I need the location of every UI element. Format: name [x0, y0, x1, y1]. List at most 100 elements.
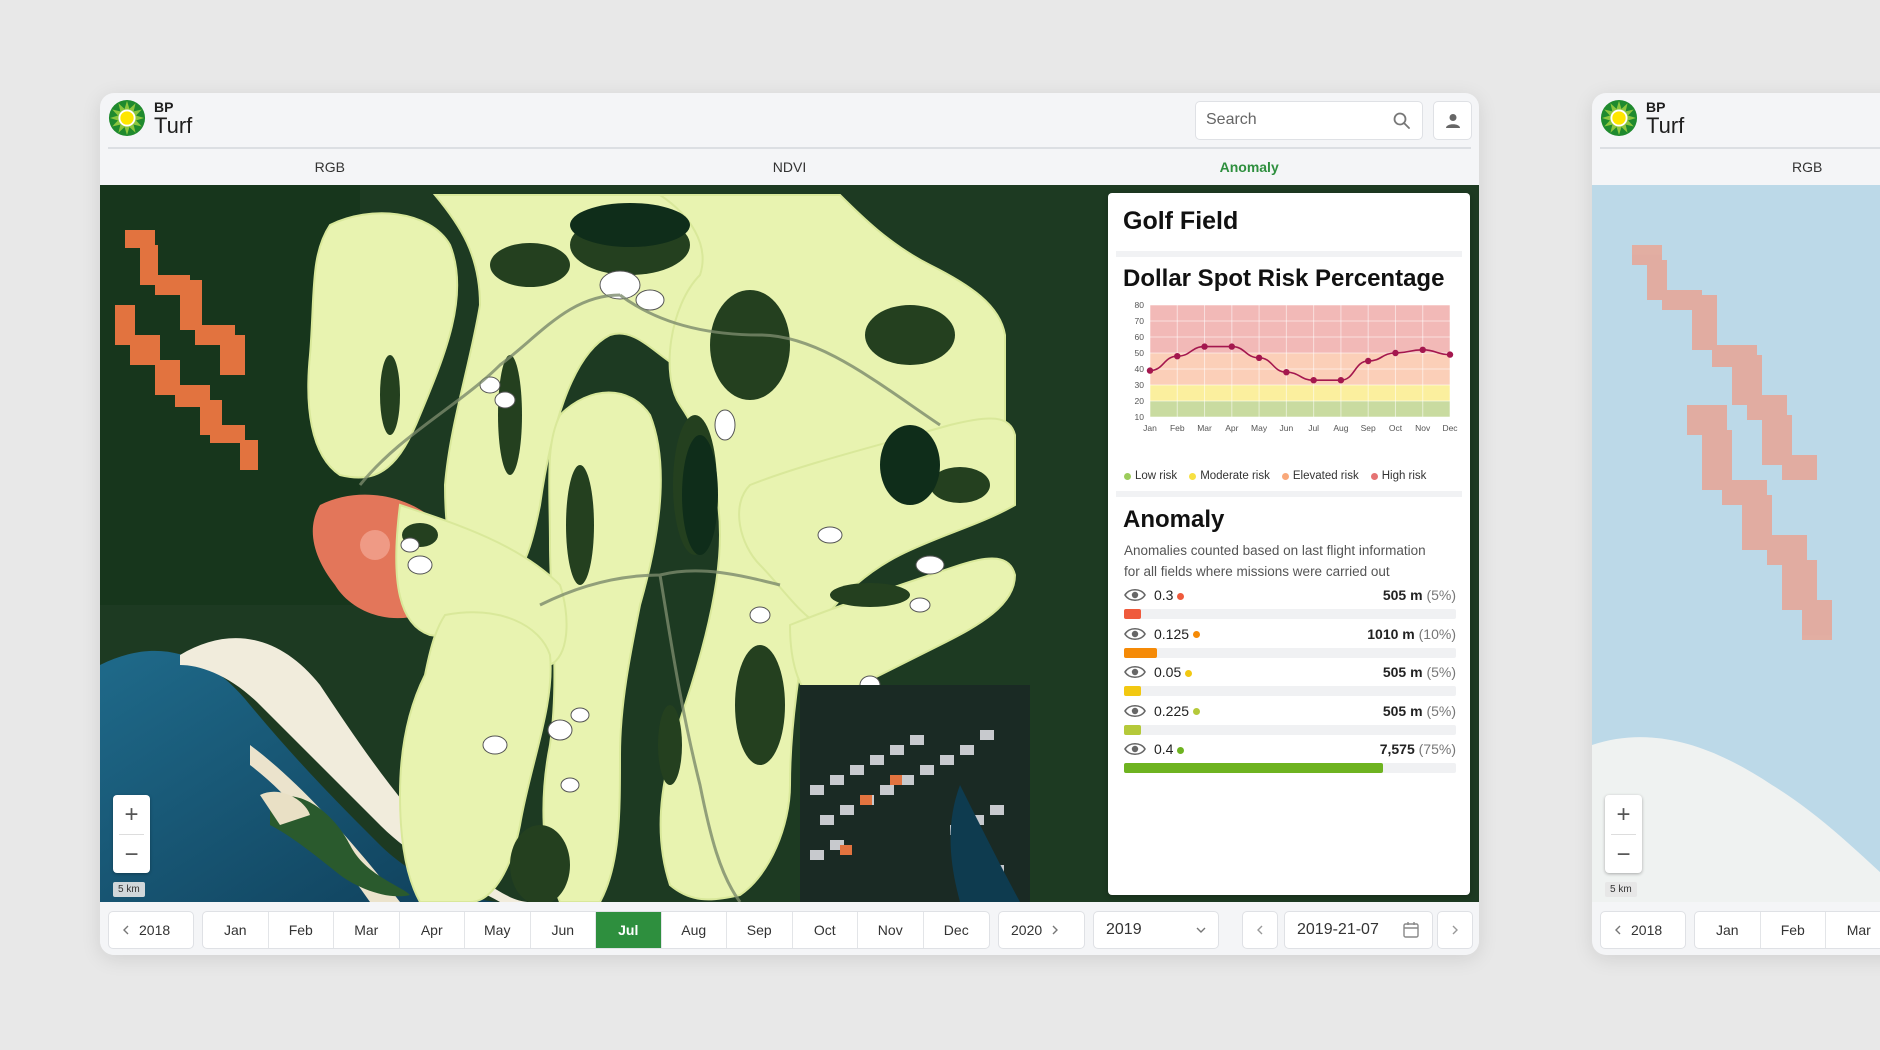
x-tick-label: Feb [1170, 423, 1185, 433]
brand-logo[interactable]: BP Turf [1600, 99, 1684, 137]
y-tick-label: 80 [1135, 300, 1145, 310]
anomaly-distance: 7,575 [1379, 741, 1415, 757]
anomaly-percent: (5%) [1426, 702, 1456, 719]
next-date-button[interactable] [1437, 911, 1473, 949]
month-jun[interactable]: Jun [531, 912, 596, 948]
y-tick-label: 10 [1135, 412, 1145, 422]
anomaly-stat: 505 m (5%) [1383, 587, 1456, 603]
date-picker[interactable]: 2019-21-07 [1284, 911, 1433, 949]
month-feb[interactable]: Feb [1761, 912, 1826, 948]
anomaly-stat: 505 m (5%) [1383, 664, 1456, 680]
user-icon [1445, 113, 1460, 128]
tab-ndvi[interactable]: NDVI [560, 149, 1020, 187]
map-scale-label: 5 km [113, 882, 145, 897]
search-icon[interactable] [1392, 111, 1412, 131]
month-jan[interactable]: Jan [1695, 912, 1761, 948]
anomaly-row[interactable]: 0.4 7,575 (75%) [1124, 739, 1456, 781]
legend-dot [1370, 472, 1378, 480]
anomaly-bar-track [1124, 647, 1456, 658]
month-jul[interactable]: Jul [596, 912, 662, 948]
anomaly-row[interactable]: 0.05 505 m (5%) [1124, 662, 1456, 704]
eye-icon[interactable] [1124, 587, 1146, 603]
anomaly-bar-track [1124, 763, 1456, 773]
month-mar[interactable]: Mar [1826, 912, 1880, 948]
tab-rgb[interactable]: RGB [1792, 149, 1822, 185]
chevron-right-icon [1052, 925, 1059, 935]
legend-label: Low risk [1135, 470, 1178, 482]
zoom-out-button[interactable]: − [113, 835, 150, 874]
timeline-bar: 2018 Jan Feb Mar [1592, 902, 1880, 955]
eye-icon[interactable] [1124, 626, 1146, 642]
prev-year-button[interactable]: 2018 [1600, 911, 1686, 949]
data-point [1310, 377, 1317, 384]
y-tick-label: 60 [1135, 332, 1145, 342]
prev-date-button[interactable] [1242, 911, 1278, 949]
risk-line-chart: 10 20 30 40 50 60 70 80 Jan Feb Mar Apr May Jun Jul Aug… [1135, 300, 1459, 433]
x-tick-label: Sep [1361, 423, 1376, 433]
prev-year-button[interactable]: 2018 [108, 911, 194, 949]
legend-item: Low risk [1124, 470, 1177, 482]
month-sep[interactable]: Sep [727, 912, 793, 948]
anomaly-color-dot [1193, 708, 1201, 716]
map-view[interactable]: + − 5 km [1592, 185, 1880, 902]
month-aug[interactable]: Aug [662, 912, 727, 948]
brand-logo[interactable]: BP Turf [108, 99, 192, 137]
legend-dot [1124, 472, 1131, 480]
zoom-in-button[interactable]: + [1605, 795, 1642, 834]
eye-icon[interactable] [1124, 664, 1146, 680]
main-app-window: BP Turf RGB NDVI Anomaly [100, 93, 1479, 955]
next-year-button[interactable]: 2020 [998, 911, 1085, 949]
user-profile-button[interactable] [1433, 101, 1472, 140]
month-nov[interactable]: Nov [858, 912, 924, 948]
month-mar[interactable]: Mar [334, 912, 400, 948]
prev-year-label: 2018 [139, 922, 171, 938]
bp-helios-icon [108, 99, 146, 137]
chevron-down-icon [1196, 927, 1206, 933]
legend-item: Elevated risk [1281, 470, 1359, 482]
anomaly-stat: 1010 m (10%) [1367, 626, 1456, 642]
anomaly-distance: 505 m [1382, 702, 1423, 719]
anomaly-bar-track [1124, 724, 1456, 735]
anomaly-row[interactable]: 0.3 505 m (5%) [1124, 585, 1456, 627]
anomaly-value: 0.3 [1154, 587, 1185, 603]
anomaly-bar-fill [1124, 724, 1141, 735]
anomaly-color-dot [1193, 631, 1201, 639]
brand-top-label: BP [154, 98, 174, 115]
month-selector: Jan Feb Mar Apr May Jun Jul Aug Sep Oct Nov Dec [202, 911, 990, 949]
anomaly-row[interactable]: 0.125 1010 m (10%) [1124, 624, 1456, 666]
tab-rgb[interactable]: RGB [100, 149, 560, 187]
month-dec[interactable]: Dec [924, 912, 990, 948]
risk-band [1150, 305, 1450, 353]
bp-helios-icon [1600, 99, 1638, 137]
search-box[interactable] [1195, 101, 1423, 140]
chevron-left-icon [123, 925, 129, 935]
map-view[interactable]: + − 5 km Golf Field Dollar Spot Risk Per… [100, 185, 1479, 902]
month-apr[interactable]: Apr [400, 912, 465, 948]
tab-anomaly[interactable]: Anomaly [1019, 149, 1479, 187]
legend-label: High risk [1381, 470, 1427, 482]
calendar-icon[interactable] [1402, 921, 1420, 939]
x-tick-label: Nov [1415, 423, 1431, 433]
year-dropdown[interactable]: 2019 [1093, 911, 1219, 949]
anomaly-percent: (5%) [1426, 587, 1456, 603]
legend-dot [1281, 472, 1289, 480]
month-selector: Jan Feb Mar [1694, 911, 1880, 949]
eye-icon[interactable] [1124, 703, 1146, 719]
prev-year-label: 2018 [1631, 922, 1663, 938]
anomaly-color-dot [1177, 592, 1185, 600]
eye-icon[interactable] [1124, 741, 1146, 757]
view-tabs: RGB [1592, 149, 1880, 187]
month-oct[interactable]: Oct [793, 912, 858, 948]
zoom-out-button[interactable]: − [1605, 835, 1642, 874]
search-input[interactable] [1206, 111, 1386, 129]
month-jan[interactable]: Jan [203, 912, 269, 948]
anomaly-distance: 505 m [1382, 587, 1423, 603]
chevron-left-icon [1615, 925, 1621, 935]
data-point [1392, 349, 1399, 357]
anomaly-row[interactable]: 0.225 505 m (5%) [1124, 701, 1456, 743]
month-feb[interactable]: Feb [269, 912, 334, 948]
zoom-in-button[interactable]: + [113, 795, 150, 834]
x-tick-label: Jun [1280, 423, 1294, 433]
month-may[interactable]: May [465, 912, 531, 948]
data-point [1283, 369, 1290, 376]
